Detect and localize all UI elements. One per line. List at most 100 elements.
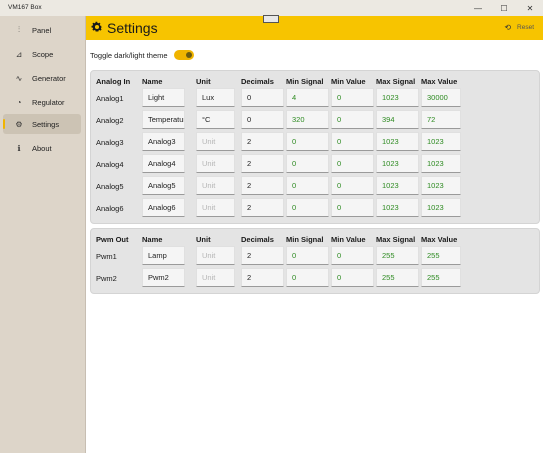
sidebar-item-label: Generator <box>32 73 66 83</box>
col-header-max-value: Max Value <box>421 235 458 244</box>
unit-input[interactable]: Unit <box>196 268 235 287</box>
max-value-input[interactable]: 1023 <box>421 154 461 173</box>
name-input[interactable]: Temperatur <box>142 110 185 129</box>
unit-input[interactable]: °C <box>196 110 235 129</box>
wave-icon: ∿ <box>15 73 23 83</box>
min-signal-input[interactable]: 0 <box>286 154 329 173</box>
sidebar-item-label: Settings <box>32 119 60 129</box>
decimals-input[interactable]: 2 <box>241 198 284 217</box>
col-header-unit: Unit <box>196 77 211 86</box>
min-signal-input[interactable]: 0 <box>286 246 329 265</box>
decimals-input[interactable]: 2 <box>241 132 284 151</box>
gear-icon <box>91 21 103 32</box>
max-signal-input[interactable]: 1023 <box>376 88 419 107</box>
drag-handle[interactable] <box>263 15 279 23</box>
name-input[interactable]: Analog4 <box>142 154 185 173</box>
decimals-input[interactable]: 2 <box>241 154 284 173</box>
max-value-input[interactable]: 72 <box>421 110 461 129</box>
decimals-input[interactable]: 0 <box>241 110 284 129</box>
theme-toggle-label: Toggle dark/light theme <box>90 50 168 60</box>
row-label: Analog4 <box>96 160 124 169</box>
col-header-min-value: Min Value <box>331 235 366 244</box>
row-label: Analog6 <box>96 204 124 213</box>
max-signal-input[interactable]: 394 <box>376 110 419 129</box>
min-signal-input[interactable]: 0 <box>286 176 329 195</box>
min-value-input[interactable]: 0 <box>331 268 374 287</box>
max-signal-input[interactable]: 1023 <box>376 154 419 173</box>
sidebar-item-generator[interactable]: ∿ Generator <box>3 68 81 88</box>
min-value-input[interactable]: 0 <box>331 154 374 173</box>
sidebar-item-label: About <box>32 143 52 153</box>
chart-area-icon: ⊿ <box>15 49 23 59</box>
min-signal-input[interactable]: 320 <box>286 110 329 129</box>
min-value-input[interactable]: 0 <box>331 198 374 217</box>
unit-input[interactable]: Unit <box>196 132 235 151</box>
close-button[interactable]: ✕ <box>517 0 543 16</box>
sidebar-item-label: Scope <box>32 49 54 59</box>
max-value-input[interactable]: 255 <box>421 246 461 265</box>
min-value-input[interactable]: 0 <box>331 132 374 151</box>
max-value-input[interactable]: 1023 <box>421 198 461 217</box>
sidebar: ⫶ Panel ⊿ Scope ∿ Generator ◔ Regulator … <box>0 16 86 453</box>
minimize-button[interactable]: — <box>465 0 491 16</box>
unit-input[interactable]: Unit <box>196 198 235 217</box>
min-signal-input[interactable]: 0 <box>286 132 329 151</box>
min-signal-input[interactable]: 0 <box>286 268 329 287</box>
min-value-input[interactable]: 0 <box>331 88 374 107</box>
reset-button[interactable]: ⟲ Reset <box>504 23 534 32</box>
row-label: Pwm1 <box>96 252 117 261</box>
sidebar-item-regulator[interactable]: ◔ Regulator <box>3 92 81 112</box>
info-icon: ℹ <box>17 143 21 153</box>
max-signal-input[interactable]: 255 <box>376 246 419 265</box>
name-input[interactable]: Light <box>142 88 185 107</box>
unit-input[interactable]: Lux <box>196 88 235 107</box>
max-signal-input[interactable]: 1023 <box>376 198 419 217</box>
page-header: Settings ⟲ Reset <box>86 16 543 40</box>
theme-toggle-switch[interactable] <box>173 50 194 60</box>
col-header-decimals: Decimals <box>241 77 274 86</box>
sidebar-item-scope[interactable]: ⊿ Scope <box>3 44 81 64</box>
sidebar-item-label: Panel <box>32 25 52 35</box>
decimals-input[interactable]: 2 <box>241 268 284 287</box>
max-signal-input[interactable]: 1023 <box>376 132 419 151</box>
sidebar-item-panel[interactable]: ⫶ Panel <box>3 20 81 40</box>
col-header-name: Name <box>142 235 163 244</box>
min-signal-input[interactable]: 4 <box>286 88 329 107</box>
max-signal-input[interactable]: 1023 <box>376 176 419 195</box>
name-input[interactable]: Pwm2 <box>142 268 185 287</box>
col-header-max-signal: Max Signal <box>376 77 416 86</box>
min-value-input[interactable]: 0 <box>331 110 374 129</box>
max-value-input[interactable]: 30000 <box>421 88 461 107</box>
toggle-knob <box>185 52 192 58</box>
max-signal-input[interactable]: 255 <box>376 268 419 287</box>
sidebar-item-settings[interactable]: ⚙ Settings <box>3 114 81 134</box>
min-value-input[interactable]: 0 <box>331 246 374 265</box>
min-value-input[interactable]: 0 <box>331 176 374 195</box>
name-input[interactable]: Analog6 <box>142 198 185 217</box>
max-value-input[interactable]: 255 <box>421 268 461 287</box>
sidebar-item-about[interactable]: ℹ About <box>3 138 81 158</box>
page-title: Settings <box>107 20 158 36</box>
pwm-panel: Pwm Out Name Unit Decimals Min Signal Mi… <box>90 228 540 294</box>
row-label: Analog5 <box>96 182 124 191</box>
unit-input[interactable]: Unit <box>196 176 235 195</box>
max-value-input[interactable]: 1023 <box>421 132 461 151</box>
gauge-icon: ◔ <box>16 97 22 107</box>
decimals-input[interactable]: 2 <box>241 246 284 265</box>
decimals-input[interactable]: 2 <box>241 176 284 195</box>
name-input[interactable]: Analog5 <box>142 176 185 195</box>
sidebar-item-label: Regulator <box>32 97 65 107</box>
theme-toggle-row: Toggle dark/light theme <box>90 50 194 60</box>
min-signal-input[interactable]: 0 <box>286 198 329 217</box>
unit-input[interactable]: Unit <box>196 154 235 173</box>
col-header-min-signal: Min Signal <box>286 235 324 244</box>
row-label: Analog3 <box>96 138 124 147</box>
max-value-input[interactable]: 1023 <box>421 176 461 195</box>
maximize-button[interactable]: ☐ <box>491 0 517 16</box>
decimals-input[interactable]: 0 <box>241 88 284 107</box>
name-input[interactable]: Analog3 <box>142 132 185 151</box>
col-header-min-signal: Min Signal <box>286 77 324 86</box>
unit-input[interactable]: Unit <box>196 246 235 265</box>
reset-label: Reset <box>517 24 534 31</box>
name-input[interactable]: Lamp <box>142 246 185 265</box>
